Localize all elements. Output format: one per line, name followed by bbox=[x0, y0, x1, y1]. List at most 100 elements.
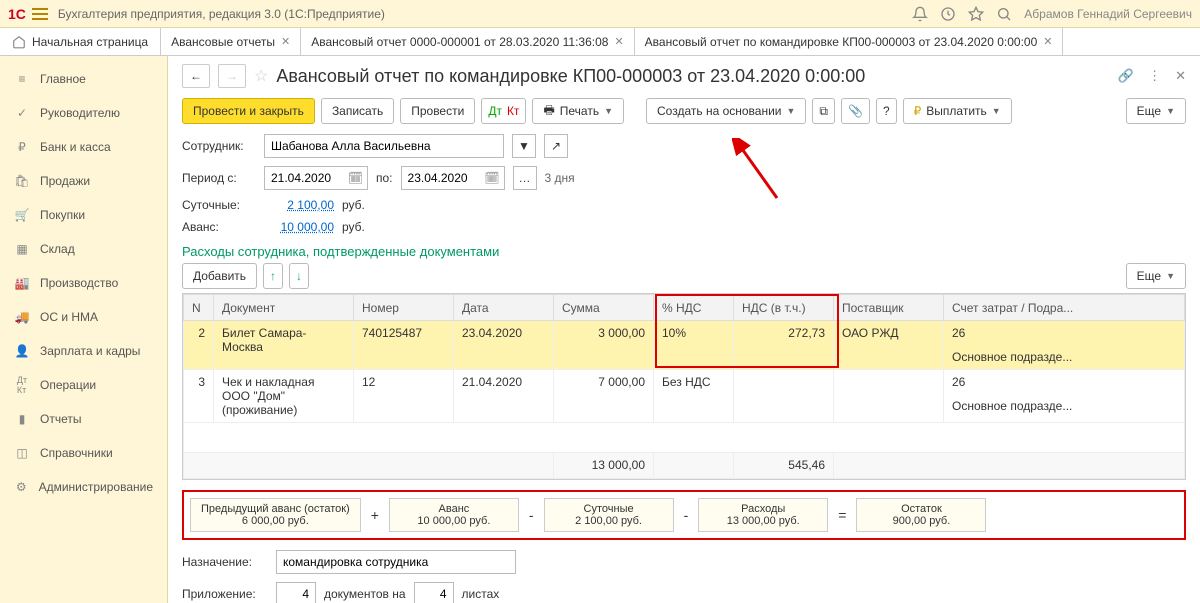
attach-button[interactable]: 📎 bbox=[841, 98, 870, 124]
purpose-input[interactable] bbox=[276, 550, 516, 574]
tab-item-0[interactable]: Авансовые отчеты ✕ bbox=[161, 28, 301, 55]
close-doc-icon[interactable]: ✕ bbox=[1175, 68, 1186, 84]
close-icon[interactable]: ✕ bbox=[614, 35, 623, 48]
caret-down-icon: ▼ bbox=[787, 106, 796, 116]
save-button[interactable]: Записать bbox=[321, 98, 394, 124]
pay-button[interactable]: ₽Выплатить▼ bbox=[903, 98, 1012, 124]
link-icon[interactable]: 🔗 bbox=[1118, 68, 1134, 84]
sidebar-label: Покупки bbox=[40, 208, 85, 222]
move-up-button[interactable]: ↑ bbox=[263, 263, 283, 289]
link-button[interactable]: ⧉ bbox=[812, 98, 835, 124]
row-attach: Приложение: документов на листах bbox=[168, 578, 1200, 603]
more-button[interactable]: Еще▼ bbox=[1126, 98, 1186, 124]
col-vat[interactable]: НДС (в т.ч.) bbox=[734, 295, 834, 321]
table-more-button[interactable]: Еще▼ bbox=[1126, 263, 1186, 289]
cell-n: 2 bbox=[184, 321, 214, 370]
col-doc[interactable]: Документ bbox=[214, 295, 354, 321]
sidebar-item-admin[interactable]: ⚙Администрирование bbox=[0, 470, 167, 504]
cell-num: 740125487 bbox=[354, 321, 454, 370]
col-sum[interactable]: Сумма bbox=[554, 295, 654, 321]
employee-input[interactable] bbox=[264, 134, 504, 158]
attach-sheets-input[interactable] bbox=[414, 582, 454, 603]
sidebar-item-operations[interactable]: ДтКтОперации bbox=[0, 368, 167, 402]
close-icon[interactable]: ✕ bbox=[281, 35, 290, 48]
calendar-icon[interactable]: 🗓 bbox=[344, 166, 368, 190]
more-icon[interactable]: ⋮ bbox=[1148, 68, 1161, 84]
search-icon[interactable] bbox=[996, 6, 1012, 22]
col-account[interactable]: Счет затрат / Подра... bbox=[944, 295, 1185, 321]
col-supplier[interactable]: Поставщик bbox=[834, 295, 944, 321]
bell-icon[interactable] bbox=[912, 6, 928, 22]
total-vat: 545,46 bbox=[734, 453, 834, 479]
sidebar-item-stock[interactable]: ▦Склад bbox=[0, 232, 167, 266]
calendar-icon[interactable]: 🗓 bbox=[481, 166, 505, 190]
print-button[interactable]: 🖶Печать▼ bbox=[532, 98, 624, 124]
post-button[interactable]: Провести bbox=[400, 98, 475, 124]
col-date[interactable]: Дата bbox=[454, 295, 554, 321]
favorite-star-icon[interactable]: ☆ bbox=[254, 66, 268, 86]
cell-sum: 3 000,00 bbox=[554, 321, 654, 370]
sidebar-label: Производство bbox=[40, 276, 118, 290]
sidebar-item-production[interactable]: 🏭Производство bbox=[0, 266, 167, 300]
btn-label: Еще bbox=[1137, 104, 1161, 118]
history-icon[interactable] bbox=[940, 6, 956, 22]
nav-fwd-button[interactable]: → bbox=[218, 64, 246, 88]
dt-kt-button[interactable]: ДтКт bbox=[481, 98, 526, 124]
cell-vat-rate: Без НДС bbox=[654, 370, 734, 423]
sidebar-label: Операции bbox=[40, 378, 96, 392]
date-to-input[interactable] bbox=[401, 166, 481, 190]
sidebar-item-purchases[interactable]: 🛒Покупки bbox=[0, 198, 167, 232]
sidebar-label: ОС и НМА bbox=[40, 310, 98, 324]
sidebar-item-reports[interactable]: ▮Отчеты bbox=[0, 402, 167, 436]
col-n[interactable]: N bbox=[184, 295, 214, 321]
attach-docs-input[interactable] bbox=[276, 582, 316, 603]
period-from-label: Период с: bbox=[182, 171, 256, 185]
table-row[interactable]: 3 Чек и накладная ООО "Дом" (проживание)… bbox=[184, 370, 1185, 423]
open-ref-button[interactable]: ↗ bbox=[544, 134, 568, 158]
gear-icon: ⚙ bbox=[14, 479, 29, 495]
help-button[interactable]: ? bbox=[876, 98, 897, 124]
move-down-button[interactable]: ↓ bbox=[289, 263, 309, 289]
op-plus: + bbox=[367, 507, 383, 523]
menu-icon[interactable] bbox=[32, 8, 48, 20]
op-minus: - bbox=[680, 507, 693, 523]
tab-item-1[interactable]: Авансовый отчет 0000-000001 от 28.03.202… bbox=[301, 28, 634, 55]
sidebar-item-sales[interactable]: 🛍Продажи bbox=[0, 164, 167, 198]
attach-label: Приложение: bbox=[182, 587, 268, 601]
perdiem-value[interactable]: 2 100,00 bbox=[264, 198, 334, 212]
advance-value[interactable]: 10 000,00 bbox=[264, 220, 334, 234]
create-based-button[interactable]: Создать на основании▼ bbox=[646, 98, 806, 124]
tab-item-2[interactable]: Авансовый отчет по командировке КП00-000… bbox=[635, 28, 1064, 55]
sidebar-item-bank[interactable]: ₽Банк и касса bbox=[0, 130, 167, 164]
link2-icon: ⧉ bbox=[819, 104, 828, 119]
menu-icon: ≡ bbox=[14, 71, 30, 87]
sidebar-item-refs[interactable]: ◫Справочники bbox=[0, 436, 167, 470]
sidebar-item-salary[interactable]: 👤Зарплата и кадры bbox=[0, 334, 167, 368]
dropdown-button[interactable]: ▼ bbox=[512, 134, 536, 158]
star-icon[interactable] bbox=[968, 6, 984, 22]
expenses-table: N Документ Номер Дата Сумма % НДС НДС (в… bbox=[182, 293, 1186, 480]
section-title: Расходы сотрудника, подтвержденные докум… bbox=[168, 238, 1200, 263]
col-num[interactable]: Номер bbox=[354, 295, 454, 321]
tab-home[interactable]: Начальная страница bbox=[0, 28, 161, 55]
nav-back-button[interactable]: ← bbox=[182, 64, 210, 88]
table-row[interactable]: 2 Билет Самара-Москва 740125487 23.04.20… bbox=[184, 321, 1185, 370]
sidebar-item-os[interactable]: 🚚ОС и НМА bbox=[0, 300, 167, 334]
sum-expenses: Расходы13 000,00 руб. bbox=[698, 498, 828, 532]
ellipsis-button[interactable]: … bbox=[513, 166, 537, 190]
post-close-button[interactable]: Провести и закрыть bbox=[182, 98, 315, 124]
table-row-empty bbox=[184, 423, 1185, 453]
add-row-button[interactable]: Добавить bbox=[182, 263, 257, 289]
date-from-input[interactable] bbox=[264, 166, 344, 190]
close-icon[interactable]: ✕ bbox=[1043, 35, 1052, 48]
cell-doc: Чек и накладная ООО "Дом" (проживание) bbox=[214, 370, 354, 423]
user-name[interactable]: Абрамов Геннадий Сергеевич bbox=[1024, 7, 1192, 21]
topbar-right: Абрамов Геннадий Сергеевич bbox=[912, 6, 1192, 22]
sidebar-item-boss[interactable]: ✓Руководителю bbox=[0, 96, 167, 130]
rub-label: руб. bbox=[342, 198, 365, 212]
tab-label: Авансовый отчет по командировке КП00-000… bbox=[645, 35, 1038, 49]
rub-label: руб. bbox=[342, 220, 365, 234]
sidebar-item-main[interactable]: ≡Главное bbox=[0, 62, 167, 96]
col-vat-rate[interactable]: % НДС bbox=[654, 295, 734, 321]
sidebar-label: Отчеты bbox=[40, 412, 81, 426]
